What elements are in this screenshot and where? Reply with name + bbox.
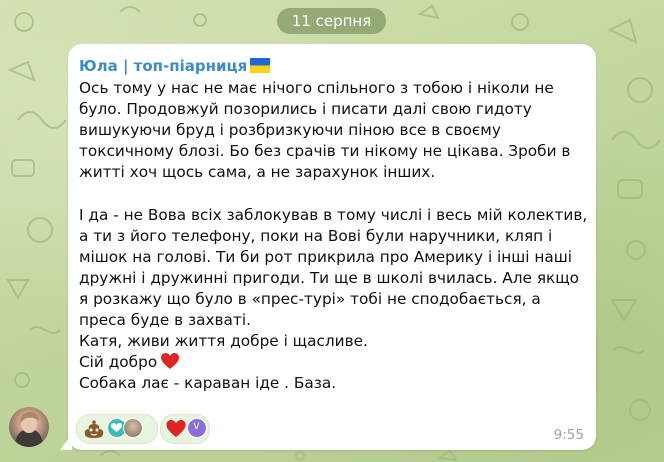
reactor-avatar-photo	[123, 418, 143, 438]
avatar-photo	[15, 412, 43, 447]
message-line-4: Сій добро	[79, 353, 158, 372]
message-text: Ось тому у нас не має нічого спільного з…	[79, 78, 589, 394]
reactor-avatar-letter: V	[187, 418, 207, 438]
reaction-heart[interactable]: V	[160, 414, 210, 444]
sender-name[interactable]: Юла | топ-піарниця	[79, 57, 247, 75]
reaction-poo[interactable]	[76, 414, 158, 444]
sender-avatar[interactable]	[9, 407, 49, 447]
reactor-initial: V	[193, 422, 200, 432]
message-paragraph-2: І да - не Вова всіх заблокував в тому чи…	[79, 205, 588, 330]
red-heart-reaction-icon	[166, 420, 186, 437]
message-bubble[interactable]: Юла | топ-піарниця Ось тому у нас не має…	[68, 44, 596, 450]
date-separator: 11 серпня	[277, 8, 386, 34]
message-line-5: Собака лає - караван іде . База.	[79, 374, 337, 393]
sender-name-row[interactable]: Юла | топ-піарниця	[79, 56, 271, 76]
message-line-4-row: Сій добро	[79, 352, 589, 373]
red-heart-icon	[161, 353, 180, 370]
message-time: 9:55	[553, 427, 584, 443]
message-line-3: Катя, живи життя добре і щасливе.	[79, 332, 368, 351]
ukraine-flag-icon	[250, 58, 271, 73]
pile-of-poo-icon	[84, 420, 104, 438]
message-paragraph-1: Ось тому у нас не має нічого спільного з…	[79, 79, 571, 182]
